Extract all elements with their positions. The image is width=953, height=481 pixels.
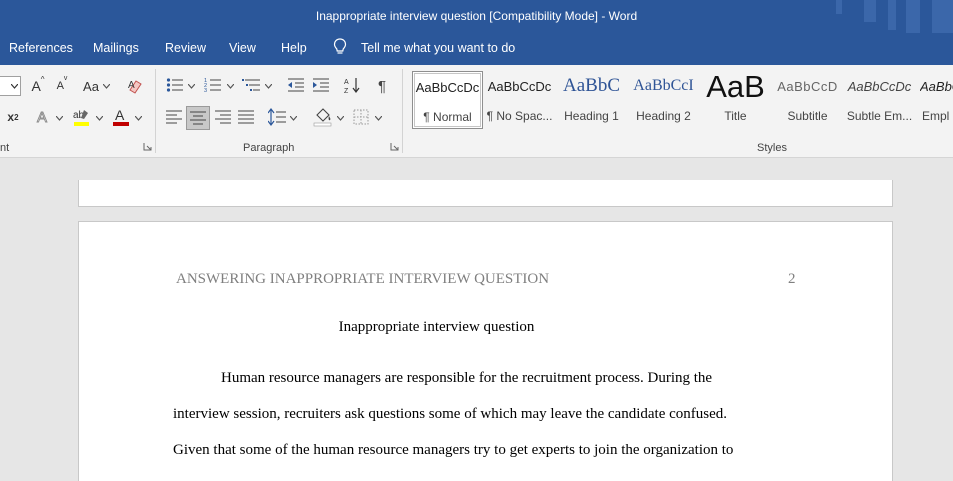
style-subtle-emphasis[interactable]: AaBbCcDc Subtle Em...: [844, 71, 915, 129]
style-sample: AaBbCcD: [777, 79, 838, 94]
bullets-icon[interactable]: [166, 77, 184, 93]
justify-icon[interactable]: [238, 110, 254, 124]
style-emphasis[interactable]: AaBbC Empl: [916, 71, 953, 129]
style-sample: AaBbCcI: [633, 77, 694, 94]
style-normal[interactable]: AaBbCcDc ¶ Normal: [412, 71, 483, 129]
style-sample: AaBbCcDc: [847, 79, 912, 94]
style-name: Heading 1: [564, 109, 619, 123]
align-center-button[interactable]: [186, 106, 210, 130]
body-line: interview session, recruiters ask questi…: [173, 406, 727, 422]
style-title[interactable]: AaB Title: [700, 71, 771, 129]
tell-me-search[interactable]: Tell me what you want to do: [361, 41, 515, 55]
shrink-font-button[interactable]: Av: [51, 75, 73, 97]
style-sample: AaBbC: [920, 79, 953, 94]
sort-icon[interactable]: A Z: [343, 76, 361, 94]
style-sample: AaBbC: [563, 75, 620, 96]
styles-group-label: Styles: [757, 142, 787, 154]
svg-text:A: A: [115, 107, 125, 123]
style-no-spacing[interactable]: AaBbCcDc ¶ No Spac...: [484, 71, 555, 129]
body-line: Given that some of the human resource ma…: [173, 442, 734, 458]
align-right-icon[interactable]: [215, 110, 231, 124]
previous-page-bottom: [78, 180, 893, 207]
superscript-button[interactable]: x2: [2, 106, 24, 128]
align-center-icon: [190, 111, 206, 125]
clear-formatting-icon[interactable]: A: [127, 77, 145, 95]
text-effects-icon[interactable]: A: [35, 108, 51, 126]
chevron-down-icon[interactable]: [135, 116, 142, 121]
style-sample: AaBbCcDc: [487, 79, 552, 94]
running-head: ANSWERING INAPPROPRIATE INTERVIEW QUESTI…: [176, 271, 550, 287]
borders-icon[interactable]: [353, 109, 369, 125]
group-separator: [155, 69, 156, 153]
numbering-icon[interactable]: 1 2 3: [204, 77, 222, 93]
style-subtitle[interactable]: AaBbCcD Subtitle: [772, 71, 843, 129]
document-page[interactable]: ANSWERING INAPPROPRIATE INTERVIEW QUESTI…: [78, 221, 893, 481]
chevron-down-icon[interactable]: [227, 84, 234, 89]
paragraph-dialog-launcher-icon[interactable]: [390, 142, 399, 151]
decrease-indent-icon[interactable]: [287, 77, 305, 93]
show-formatting-marks-icon[interactable]: ¶: [371, 75, 393, 97]
change-case-button[interactable]: Aa: [81, 75, 101, 97]
font-group-label: nt: [0, 142, 10, 154]
title-bar: Inappropriate interview question [Compat…: [0, 0, 953, 33]
chevron-down-icon[interactable]: [188, 84, 195, 89]
grow-font-button[interactable]: A ^: [27, 75, 49, 97]
tab-review[interactable]: Review: [165, 41, 206, 55]
ribbon-tab-bar: References Mailings Review View Help Tel…: [0, 33, 953, 65]
document-heading: Inappropriate interview question: [338, 319, 535, 335]
style-name: Subtle Em...: [846, 109, 913, 123]
style-heading-1[interactable]: AaBbC Heading 1: [556, 71, 627, 129]
style-sample: AaBbCcDc: [415, 80, 480, 95]
page-number: 2: [788, 271, 796, 287]
svg-text:A: A: [344, 79, 349, 86]
svg-text:A: A: [128, 80, 135, 91]
svg-text:3: 3: [204, 88, 207, 93]
highlight-color-icon[interactable]: ab: [72, 107, 92, 127]
style-heading-2[interactable]: AaBbCcI Heading 2: [628, 71, 699, 129]
svg-text:A: A: [37, 109, 47, 126]
align-left-icon[interactable]: [166, 110, 182, 124]
font-size-combo[interactable]: [0, 76, 21, 96]
chevron-down-icon[interactable]: [290, 116, 297, 121]
style-name: ¶ Normal: [423, 110, 472, 124]
paragraph-group-label: Paragraph: [243, 142, 295, 154]
styles-gallery: AaBbCcDc ¶ Normal AaBbCcDc ¶ No Spac... …: [410, 71, 953, 133]
style-name: Subtitle: [787, 109, 828, 123]
style-name: Empl: [922, 109, 950, 123]
font-dialog-launcher-icon[interactable]: [143, 142, 152, 151]
multilevel-list-icon[interactable]: [242, 77, 262, 93]
chevron-down-icon[interactable]: [56, 116, 63, 121]
style-name: Heading 2: [636, 109, 691, 123]
chevron-down-icon[interactable]: [96, 116, 103, 121]
chevron-down-icon: [11, 84, 18, 89]
chevron-down-icon[interactable]: [103, 84, 110, 89]
chevron-down-icon[interactable]: [337, 116, 344, 121]
lightbulb-icon[interactable]: [332, 37, 348, 57]
line-spacing-icon[interactable]: [268, 108, 286, 126]
ribbon: A ^ Av Aa A x2 A ab A nt 1 2 3 A Z ¶ Par…: [0, 65, 953, 158]
chevron-down-icon[interactable]: [265, 84, 272, 89]
shading-icon[interactable]: [313, 107, 333, 127]
body-line: Human resource managers are responsible …: [221, 370, 713, 386]
style-name: Title: [724, 109, 747, 123]
tab-references[interactable]: References: [9, 41, 73, 55]
tab-help[interactable]: Help: [281, 41, 307, 55]
font-color-icon[interactable]: A: [112, 107, 130, 127]
svg-text:Z: Z: [344, 88, 349, 94]
tab-view[interactable]: View: [229, 41, 256, 55]
tab-mailings[interactable]: Mailings: [93, 41, 139, 55]
increase-indent-icon[interactable]: [312, 77, 330, 93]
chevron-down-icon[interactable]: [375, 116, 382, 121]
style-name: ¶ No Spac...: [486, 109, 553, 123]
style-sample: AaB: [706, 71, 765, 104]
window-title: Inappropriate interview question [Compat…: [315, 9, 638, 23]
group-separator: [402, 69, 403, 153]
